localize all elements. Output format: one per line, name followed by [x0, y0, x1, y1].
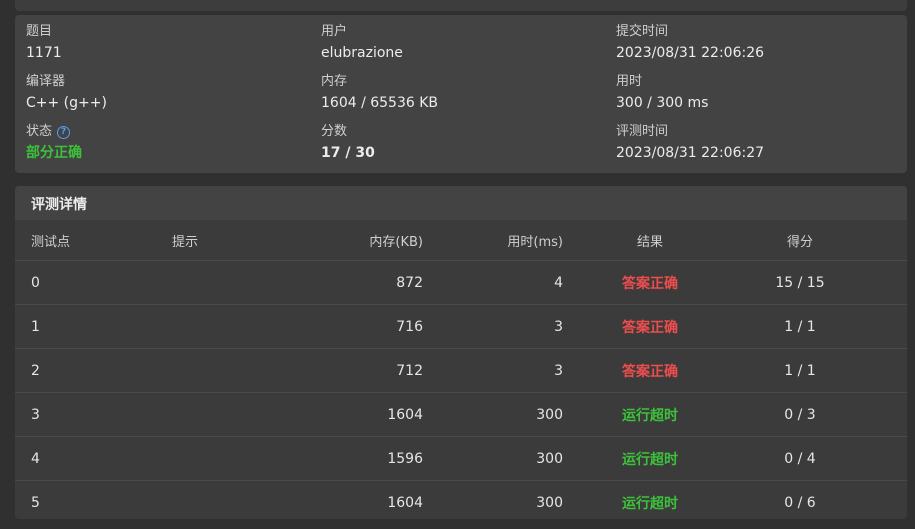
problem-info: 题目 1171 — [26, 23, 62, 62]
score-label: 分数 — [321, 124, 348, 139]
test-point-score: 1 / 1 — [784, 318, 816, 335]
judge-time-value: 2023/08/31 22:06:27 — [616, 145, 765, 161]
memory-info: 内存 1604 / 65536 KB — [321, 73, 438, 112]
test-point-memory: 1604 — [387, 406, 423, 423]
test-point-score: 0 / 6 — [784, 494, 816, 511]
time-info: 用时 300 / 300 ms — [616, 73, 708, 112]
test-point-memory: 716 — [396, 318, 423, 335]
question-circle-icon[interactable]: ? — [57, 125, 71, 139]
test-point-hint — [172, 393, 292, 436]
user-info: 用户 elubrazione — [321, 23, 403, 62]
status-value: 部分正确 — [26, 145, 82, 161]
status-info: 状态 ? 部分正确 — [26, 123, 82, 162]
test-point-hint — [172, 261, 292, 304]
problem-value[interactable]: 1171 — [26, 44, 62, 62]
test-point-result: 运行超时 — [622, 451, 678, 468]
score-value: 17 / 30 — [321, 145, 375, 161]
problem-label: 题目 — [26, 24, 53, 39]
table-row: 0 872 4 答案正确 15 / 15 — [15, 261, 907, 305]
compiler-value: C++ (g++) — [26, 95, 107, 111]
table-row: 1 716 3 答案正确 1 / 1 — [15, 305, 907, 349]
test-point-score: 0 / 4 — [784, 450, 816, 467]
header-result: 结果 — [636, 234, 663, 250]
header-score: 得分 — [786, 234, 813, 250]
table-row: 4 1596 300 运行超时 0 / 4 — [15, 437, 907, 481]
test-point-hint — [172, 349, 292, 392]
judge-details-card: 评测详情 测试点 提示 内存(KB) 用时(ms) 结果 得分 0 872 4 答案正… — [15, 186, 907, 519]
test-point-score: 0 / 3 — [784, 406, 816, 423]
table-row: 3 1604 300 运行超时 0 / 3 — [15, 393, 907, 437]
header-memory: 内存(KB) — [369, 234, 423, 250]
test-point-hint — [172, 481, 292, 519]
test-point-id: 5 — [31, 494, 40, 511]
table-row: 5 1604 300 运行超时 0 / 6 — [15, 481, 907, 519]
test-point-time: 3 — [554, 362, 563, 379]
test-point-id: 1 — [31, 318, 40, 335]
time-label: 用时 — [616, 74, 643, 89]
table-header: 测试点 提示 内存(KB) 用时(ms) 结果 得分 — [15, 220, 907, 261]
test-point-memory: 1604 — [387, 494, 423, 511]
test-point-result: 答案正确 — [622, 363, 678, 380]
test-point-id: 3 — [31, 406, 40, 423]
test-point-time: 4 — [554, 274, 563, 291]
test-point-id: 0 — [31, 274, 40, 291]
test-point-id: 2 — [31, 362, 40, 379]
test-point-score: 15 / 15 — [775, 274, 825, 291]
test-point-memory: 712 — [396, 362, 423, 379]
submission-info-card: 题目 1171 用户 elubrazione 提交时间 2023/08/31 2… — [15, 15, 907, 173]
top-strip — [15, 0, 907, 11]
test-point-score: 1 / 1 — [784, 362, 816, 379]
user-label: 用户 — [321, 24, 348, 39]
test-point-memory: 872 — [396, 274, 423, 291]
test-point-result: 运行超时 — [622, 495, 678, 512]
score-info: 分数 17 / 30 — [321, 123, 375, 162]
test-point-result: 答案正确 — [622, 319, 678, 336]
memory-label: 内存 — [321, 74, 348, 89]
test-point-time: 300 — [536, 494, 563, 511]
test-point-memory: 1596 — [387, 450, 423, 467]
judge-time-label: 评测时间 — [616, 124, 669, 139]
test-point-hint — [172, 305, 292, 348]
header-hint: 提示 — [172, 234, 199, 250]
submit-time-info: 提交时间 2023/08/31 22:06:26 — [616, 23, 764, 62]
compiler-info: 编译器 C++ (g++) — [26, 73, 107, 112]
test-point-result: 答案正确 — [622, 275, 678, 292]
judge-time-info: 评测时间 2023/08/31 22:06:27 — [616, 123, 764, 162]
submit-time-value: 2023/08/31 22:06:26 — [616, 45, 765, 61]
compiler-label: 编译器 — [26, 74, 66, 89]
test-point-id: 4 — [31, 450, 40, 467]
test-point-result: 运行超时 — [622, 407, 678, 424]
status-label-row: 状态 ? — [26, 123, 82, 141]
header-test-point: 测试点 — [31, 234, 71, 250]
time-value: 300 / 300 ms — [616, 95, 709, 111]
test-point-time: 300 — [536, 450, 563, 467]
memory-value: 1604 / 65536 KB — [321, 95, 439, 111]
test-point-time: 300 — [536, 406, 563, 423]
table-row: 2 712 3 答案正确 1 / 1 — [15, 349, 907, 393]
details-title: 评测详情 — [15, 186, 907, 220]
test-point-time: 3 — [554, 318, 563, 335]
test-point-hint — [172, 437, 292, 480]
table-body: 0 872 4 答案正确 15 / 15 1 716 3 答案正确 1 / 1 2 712 3 答案正确 1… — [15, 261, 907, 519]
submit-time-label: 提交时间 — [616, 24, 669, 39]
header-time: 用时(ms) — [507, 234, 563, 250]
status-label: 状态 — [26, 124, 53, 139]
user-value[interactable]: elubrazione — [321, 44, 403, 62]
